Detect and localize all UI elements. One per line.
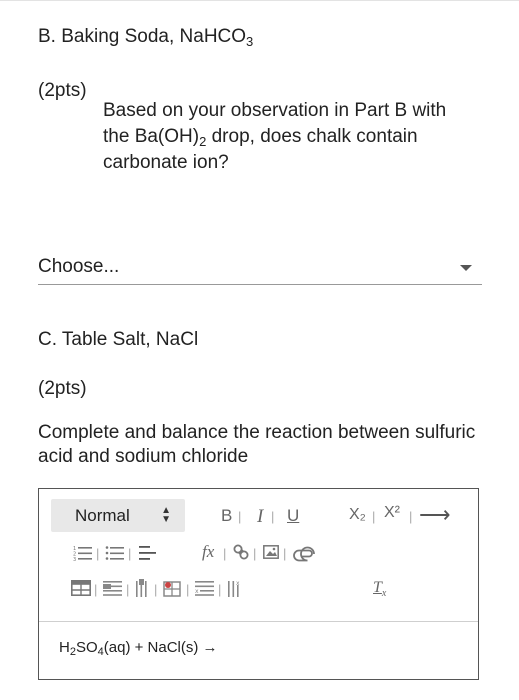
toolbar-separator: |: [128, 546, 132, 561]
bold-button[interactable]: B: [221, 506, 232, 526]
toolbar-separator: |: [186, 582, 190, 597]
toolbar-separator: |: [372, 509, 376, 524]
align-left-icon[interactable]: [139, 545, 157, 561]
delete-column-icon[interactable]: x: [227, 579, 243, 597]
section-b-title: B. Baking Soda, NaHCO3: [38, 26, 254, 49]
toolbar-separator: |: [223, 546, 227, 561]
subscript-button[interactable]: X₂: [349, 506, 366, 524]
ordered-list-icon[interactable]: 1 2 3: [73, 545, 93, 561]
paragraph-style-select[interactable]: Normal ▲ ▼: [51, 499, 185, 532]
editor-toolbar: Normal ▲ ▼ B | I | U X₂ | X² | ⟶ 1 2 3 | …: [39, 489, 478, 622]
image-icon[interactable]: [263, 545, 279, 559]
updown-arrows-icon: ▲ ▼: [161, 505, 171, 525]
toolbar-separator: |: [218, 582, 222, 597]
section-c-points: (2pts): [38, 378, 87, 399]
attachment-icon[interactable]: [293, 546, 319, 562]
section-c-question: Complete and balance the reaction betwee…: [38, 422, 476, 467]
toolbar-separator: |: [154, 582, 158, 597]
top-divider: [0, 0, 519, 1]
arrow-insert-button[interactable]: ⟶: [419, 502, 451, 528]
underline-button[interactable]: U: [287, 506, 299, 526]
section-c-title: C. Table Salt, NaCl: [38, 329, 199, 350]
superscript-button[interactable]: X²: [384, 504, 400, 522]
chevron-down-icon: [460, 265, 472, 271]
toolbar-separator: |: [253, 546, 257, 561]
toolbar-separator: |: [238, 509, 242, 524]
italic-button[interactable]: I: [257, 506, 263, 528]
delete-row-icon[interactable]: x: [195, 580, 215, 596]
bullet-list-icon[interactable]: [105, 545, 125, 561]
toolbar-separator: |: [271, 509, 275, 524]
toolbar-separator: |: [94, 582, 98, 597]
link-icon[interactable]: [233, 544, 249, 560]
clear-format-button[interactable]: Tx: [373, 579, 386, 599]
toolbar-separator: |: [409, 509, 413, 524]
answer-dropdown[interactable]: Choose...: [38, 254, 482, 285]
rich-text-editor[interactable]: Normal ▲ ▼ B | I | U X₂ | X² | ⟶ 1 2 3 | …: [38, 488, 479, 680]
toolbar-separator: |: [283, 546, 287, 561]
editor-content[interactable]: H2SO4(aq) + NaCl(s) →: [59, 639, 218, 658]
svg-text:x: x: [236, 580, 240, 587]
dropdown-value: Choose...: [38, 256, 120, 277]
formula-button[interactable]: fx: [202, 542, 214, 562]
table-icon[interactable]: [71, 580, 91, 596]
paragraph-style-value: Normal: [75, 506, 130, 525]
section-b-question: Based on your observation in Part B with…: [103, 100, 447, 173]
table-row-icon[interactable]: [103, 580, 123, 596]
section-b-points: (2pts): [38, 80, 87, 101]
svg-text:3: 3: [73, 557, 76, 561]
svg-text:x: x: [195, 588, 199, 595]
toolbar-separator: |: [126, 582, 130, 597]
table-cell-icon[interactable]: [163, 579, 183, 597]
toolbar-separator: |: [96, 546, 100, 561]
table-column-icon[interactable]: [135, 579, 151, 597]
